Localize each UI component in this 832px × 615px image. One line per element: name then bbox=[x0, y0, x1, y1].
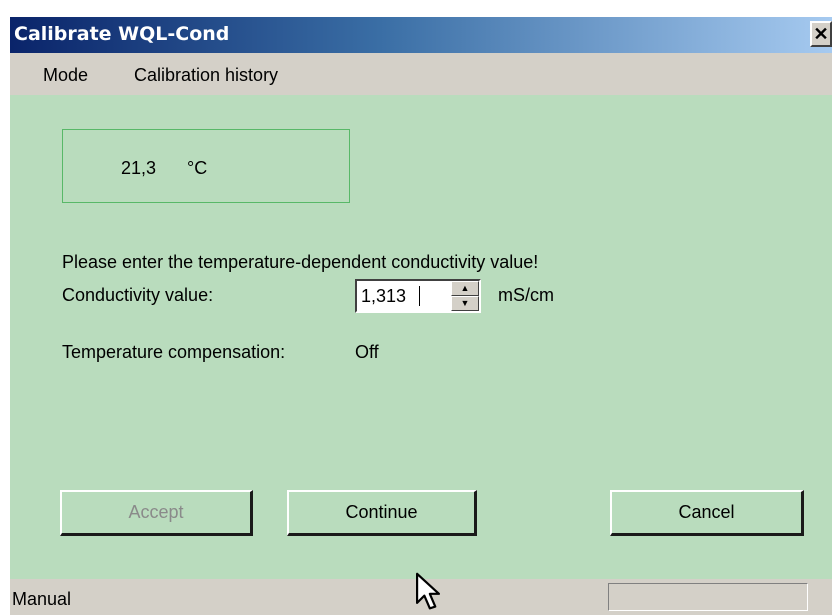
close-icon: ✕ bbox=[813, 24, 829, 44]
calibrate-dialog: Calibrate WQL-Cond ✕ Mode Calibration hi… bbox=[10, 17, 832, 615]
window-title: Calibrate WQL-Cond bbox=[14, 23, 230, 45]
cancel-button[interactable]: Cancel bbox=[610, 490, 804, 536]
spinner-down-button[interactable]: ▼ bbox=[451, 296, 479, 311]
temperature-display: 21,3 °C bbox=[62, 129, 350, 203]
status-text: Manual bbox=[12, 589, 72, 609]
menu-item-mode[interactable]: Mode bbox=[43, 65, 88, 86]
arrow-up-icon: ▲ bbox=[460, 283, 470, 293]
close-button[interactable]: ✕ bbox=[810, 21, 832, 47]
temperature-value: 21,3 bbox=[121, 158, 157, 178]
instruction-text: Please enter the temperature-dependent c… bbox=[62, 252, 539, 272]
conductivity-label: Conductivity value: bbox=[62, 285, 214, 305]
menu-bar: Mode Calibration history bbox=[10, 53, 832, 95]
mouse-pointer-icon bbox=[416, 572, 440, 610]
continue-button[interactable]: Continue bbox=[287, 490, 477, 536]
accept-button[interactable]: Accept bbox=[60, 490, 253, 536]
conductivity-input[interactable]: 1,313 bbox=[361, 286, 406, 307]
status-panel bbox=[608, 583, 808, 611]
arrow-down-icon: ▼ bbox=[460, 298, 470, 308]
dialog-body: 21,3 °C Please enter the temperature-dep… bbox=[10, 95, 832, 579]
temperature-unit: °C bbox=[187, 158, 208, 178]
compensation-value: Off bbox=[355, 342, 379, 362]
compensation-label: Temperature compensation: bbox=[62, 342, 286, 362]
menu-item-calibration-history[interactable]: Calibration history bbox=[134, 65, 278, 86]
conductivity-unit: mS/cm bbox=[498, 285, 554, 305]
spinner-buttons: ▲ ▼ bbox=[451, 281, 479, 311]
text-caret bbox=[419, 286, 420, 306]
spinner-up-button[interactable]: ▲ bbox=[451, 281, 479, 296]
title-bar[interactable]: Calibrate WQL-Cond ✕ bbox=[10, 17, 832, 53]
conductivity-spinner[interactable]: 1,313 ▲ ▼ bbox=[355, 279, 481, 313]
